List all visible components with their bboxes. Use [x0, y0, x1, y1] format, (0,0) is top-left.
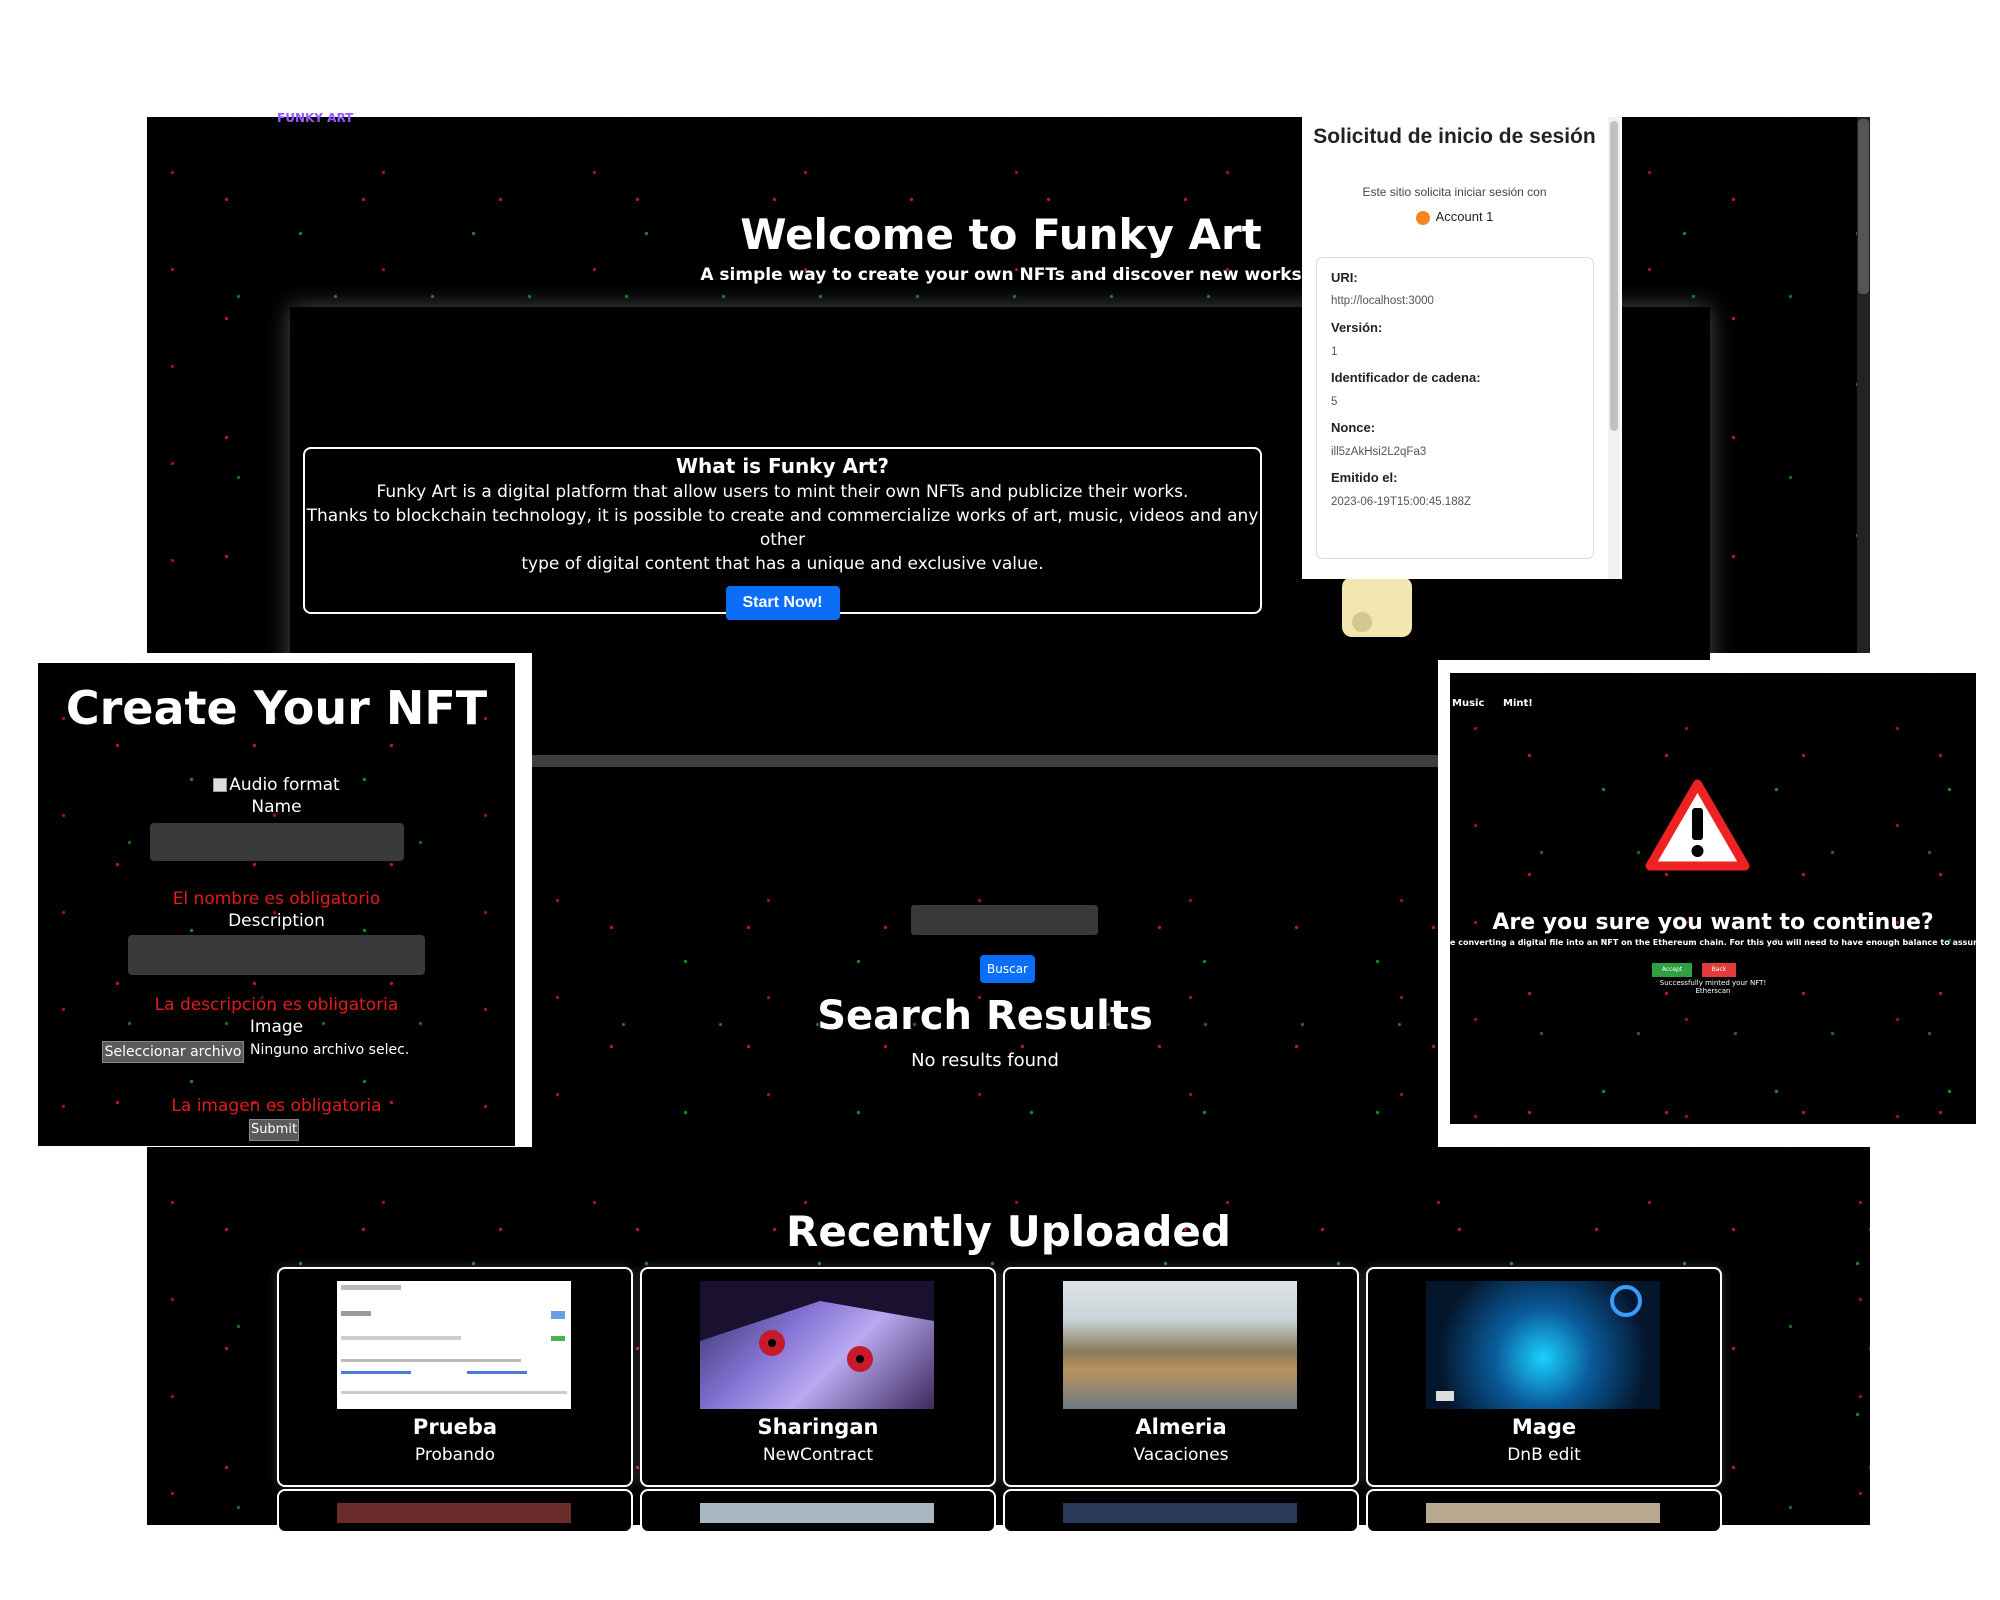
nft-card[interactable]: Prueba Probando: [277, 1267, 633, 1487]
nft-card[interactable]: Sharingan NewContract: [640, 1267, 996, 1487]
nft-card-image: [700, 1281, 934, 1409]
name-error: El nombre es obligatorio: [172, 889, 381, 909]
nonce-label: Nonce:: [1331, 420, 1376, 435]
nft-card-image: [1063, 1281, 1297, 1409]
nft-card-description: DnB edit: [1507, 1445, 1581, 1465]
search-panel: Buscar Search Results No results found: [532, 845, 1438, 1147]
back-button[interactable]: Back: [1702, 963, 1736, 977]
description-error: La descripción es obligatoria: [154, 995, 399, 1015]
nft-card-image: [337, 1281, 571, 1409]
name-input[interactable]: [150, 823, 404, 861]
metamask-details-box: URI: http://localhost:3000 Versión: 1 Id…: [1316, 257, 1594, 559]
audio-format-label: Audio format: [229, 775, 340, 795]
description-input[interactable]: [128, 935, 425, 975]
version-label: Versión:: [1331, 320, 1383, 335]
nft-card-partial[interactable]: [277, 1489, 633, 1533]
nft-card-partial[interactable]: [1003, 1489, 1359, 1533]
create-nft-panel: Create Your NFT Audio format Name El nom…: [38, 663, 515, 1146]
submit-button[interactable]: Submit: [249, 1119, 299, 1141]
description-label: Description: [228, 911, 325, 931]
nft-card-name: Almeria: [1135, 1415, 1227, 1439]
search-results-title: Search Results: [817, 993, 1153, 1039]
nft-card-name: Prueba: [412, 1415, 498, 1439]
what-is-line: Thanks to blockchain technology, it is p…: [306, 506, 1259, 550]
nft-card[interactable]: Mage DnB edit: [1366, 1267, 1722, 1487]
sharingan-artwork: [700, 1281, 934, 1372]
what-is-line: type of digital content that has a uniqu…: [521, 554, 1044, 574]
confirm-question: Are you sure you want to continue?: [1492, 910, 1934, 935]
audio-format-checkbox[interactable]: [213, 778, 228, 792]
metamask-account: Account 1: [1302, 209, 1607, 225]
etherscan-link[interactable]: Etherscan: [1450, 987, 1976, 995]
chain-id-value: 5: [1331, 396, 1338, 408]
what-is-title: What is Funky Art?: [676, 454, 889, 478]
search-button[interactable]: Buscar: [980, 955, 1035, 983]
nft-card-image: [337, 1503, 571, 1523]
illustration-continuation: [1328, 653, 1438, 755]
nav-mint[interactable]: Mint!: [1503, 698, 1533, 709]
page-divider-strip: [532, 755, 1438, 767]
nft-card-name: Sharingan: [757, 1415, 879, 1439]
nft-card-description: NewContract: [762, 1445, 874, 1465]
file-status: Ninguno archivo selec.: [250, 1042, 410, 1058]
issued-at-label: Emitido el:: [1331, 470, 1398, 485]
screenshot-thumbnail: [337, 1281, 571, 1409]
recently-uploaded-title: Recently Uploaded: [786, 1207, 1231, 1256]
warning-icon: [1645, 779, 1750, 871]
metamask-fox-icon: [1415, 210, 1430, 225]
image-error: La imagen es obligatoria: [171, 1096, 382, 1116]
mage-artwork: [1436, 1285, 1642, 1401]
nft-card-image: [1063, 1503, 1297, 1523]
start-now-button[interactable]: Start Now!: [725, 586, 840, 620]
what-is-line: Funky Art is a digital platform that all…: [376, 482, 1189, 502]
search-input[interactable]: [911, 905, 1098, 935]
metamask-account-name: Account 1: [1435, 209, 1494, 224]
name-label: Name: [251, 797, 302, 817]
nav-music[interactable]: Music: [1452, 698, 1484, 709]
uri-value: http://localhost:3000: [1331, 295, 1434, 307]
metamask-description: Este sitio solicita iniciar sesión con: [1362, 185, 1547, 199]
nft-card-description: Vacaciones: [1133, 1445, 1229, 1465]
metamask-title: Solicitud de inicio de sesión: [1313, 125, 1596, 148]
issued-at-value: 2023-06-19T15:00:45.188Z: [1331, 496, 1472, 508]
chain-id-label: Identificador de cadena:: [1331, 370, 1481, 385]
nft-card-name: Mage: [1511, 1415, 1577, 1439]
what-is-text: Funky Art is a digital platform that all…: [305, 480, 1260, 576]
page-scrollbar-thumb[interactable]: [1858, 119, 1869, 294]
nft-card-image: [1426, 1503, 1660, 1523]
nft-card-description: Probando: [414, 1445, 496, 1465]
version-value: 1: [1331, 346, 1338, 358]
metamask-signin-popup: Solicitud de inicio de sesión Este sitio…: [1302, 117, 1622, 579]
nft-card-image: [700, 1503, 934, 1523]
recent-panel: Recently Uploaded Prueba Probando Sharin…: [147, 1147, 1870, 1533]
nft-card[interactable]: Almeria Vacaciones: [1003, 1267, 1359, 1487]
mint-confirm-panel: Music Mint! Are you sure you want to con…: [1450, 673, 1976, 1124]
audio-format-row: Audio format: [38, 775, 515, 795]
site-logo[interactable]: FUNKY ART: [277, 111, 353, 125]
metamask-scrollbar-thumb[interactable]: [1610, 121, 1618, 431]
nonce-value: ill5zAkHsi2L2qFa3: [1331, 446, 1427, 458]
search-empty-message: No results found: [911, 1050, 1059, 1071]
what-is-card: What is Funky Art? Funky Art is a digita…: [303, 447, 1262, 620]
minted-message: Successfully minted your NFT!: [1659, 979, 1767, 987]
nft-card-partial[interactable]: [640, 1489, 996, 1533]
select-file-button[interactable]: Seleccionar archivo: [102, 1041, 244, 1063]
uri-label: URI:: [1331, 270, 1358, 285]
create-nft-title: Create Your NFT: [65, 681, 488, 735]
nft-card-partial[interactable]: [1366, 1489, 1722, 1533]
accept-button[interactable]: Accept: [1652, 963, 1692, 977]
confirm-explanation: e converting a digital file into an NFT …: [1450, 938, 1976, 947]
nft-card-image: [1426, 1281, 1660, 1409]
image-label: Image: [249, 1017, 304, 1037]
